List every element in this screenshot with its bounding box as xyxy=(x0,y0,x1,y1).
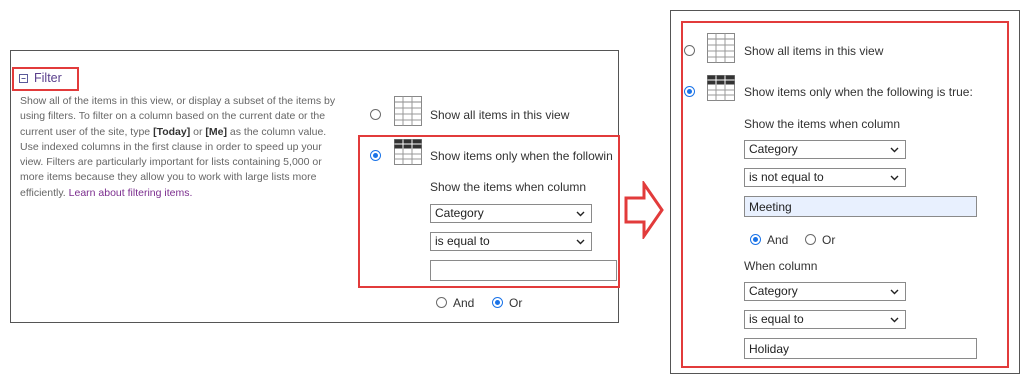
list-icon xyxy=(707,33,735,68)
when-column-label: When column xyxy=(744,259,818,273)
show-column-label: Show the items when column xyxy=(744,117,901,131)
and-radio[interactable] xyxy=(750,234,761,245)
description-or: or xyxy=(190,125,206,138)
column-select-2-value: Category xyxy=(749,284,798,298)
operator-select-2-value: is equal to xyxy=(749,312,804,326)
today-token: [Today] xyxy=(153,125,191,138)
chevron-down-icon xyxy=(890,317,899,323)
chevron-down-icon xyxy=(890,289,899,295)
and-label: And xyxy=(453,296,475,310)
value-input-1-text: Meeting xyxy=(749,200,792,214)
and-radio[interactable] xyxy=(436,297,447,308)
or-label: Or xyxy=(822,233,836,247)
column-select[interactable]: Category xyxy=(430,204,592,223)
or-label: Or xyxy=(509,296,523,310)
show-when-label: Show items only when the following is tr… xyxy=(744,85,973,99)
show-when-radio[interactable] xyxy=(684,86,695,97)
value-input-2-text: Holiday xyxy=(749,342,790,356)
filtered-list-icon xyxy=(707,75,735,106)
show-when-label: Show items only when the followin xyxy=(430,149,613,163)
and-label: And xyxy=(767,233,789,247)
value-input[interactable] xyxy=(430,260,617,281)
me-token: [Me] xyxy=(205,125,227,138)
filter-section-title[interactable]: Filter xyxy=(34,71,62,85)
operator-select[interactable]: is equal to xyxy=(430,232,592,251)
show-column-label: Show the items when column xyxy=(430,180,587,194)
or-radio[interactable] xyxy=(805,234,816,245)
filter-result-panel: Show all items in this view Show items o… xyxy=(670,10,1020,374)
column-select-value: Category xyxy=(435,206,484,220)
show-all-radio[interactable] xyxy=(684,45,695,56)
chevron-down-icon xyxy=(576,239,585,245)
operator-select-1-value: is not equal to xyxy=(749,170,824,184)
show-all-label: Show all items in this view xyxy=(430,108,570,122)
operator-select-1[interactable]: is not equal to xyxy=(744,168,906,187)
chevron-down-icon xyxy=(890,147,899,153)
collapse-icon[interactable] xyxy=(19,74,28,83)
show-when-radio[interactable] xyxy=(370,150,381,161)
or-radio[interactable] xyxy=(492,297,503,308)
learn-filtering-link[interactable]: Learn about filtering items. xyxy=(69,187,193,199)
show-all-radio[interactable] xyxy=(370,109,381,120)
filter-settings-panel: Filter Show all of the items in this vie… xyxy=(10,50,620,323)
list-icon xyxy=(394,96,422,131)
value-input-1[interactable]: Meeting xyxy=(744,196,977,217)
chevron-down-icon xyxy=(890,175,899,181)
operator-select-2[interactable]: is equal to xyxy=(744,310,906,329)
arrow-right-icon xyxy=(624,179,664,244)
column-select-1[interactable]: Category xyxy=(744,140,906,159)
column-select-1-value: Category xyxy=(749,142,798,156)
chevron-down-icon xyxy=(576,211,585,217)
value-input-2[interactable]: Holiday xyxy=(744,338,977,359)
operator-select-value: is equal to xyxy=(435,234,490,248)
filtered-list-icon xyxy=(394,139,422,170)
filter-description: Show all of the items in this view, or d… xyxy=(20,94,342,201)
show-all-label: Show all items in this view xyxy=(744,44,884,58)
column-select-2[interactable]: Category xyxy=(744,282,906,301)
